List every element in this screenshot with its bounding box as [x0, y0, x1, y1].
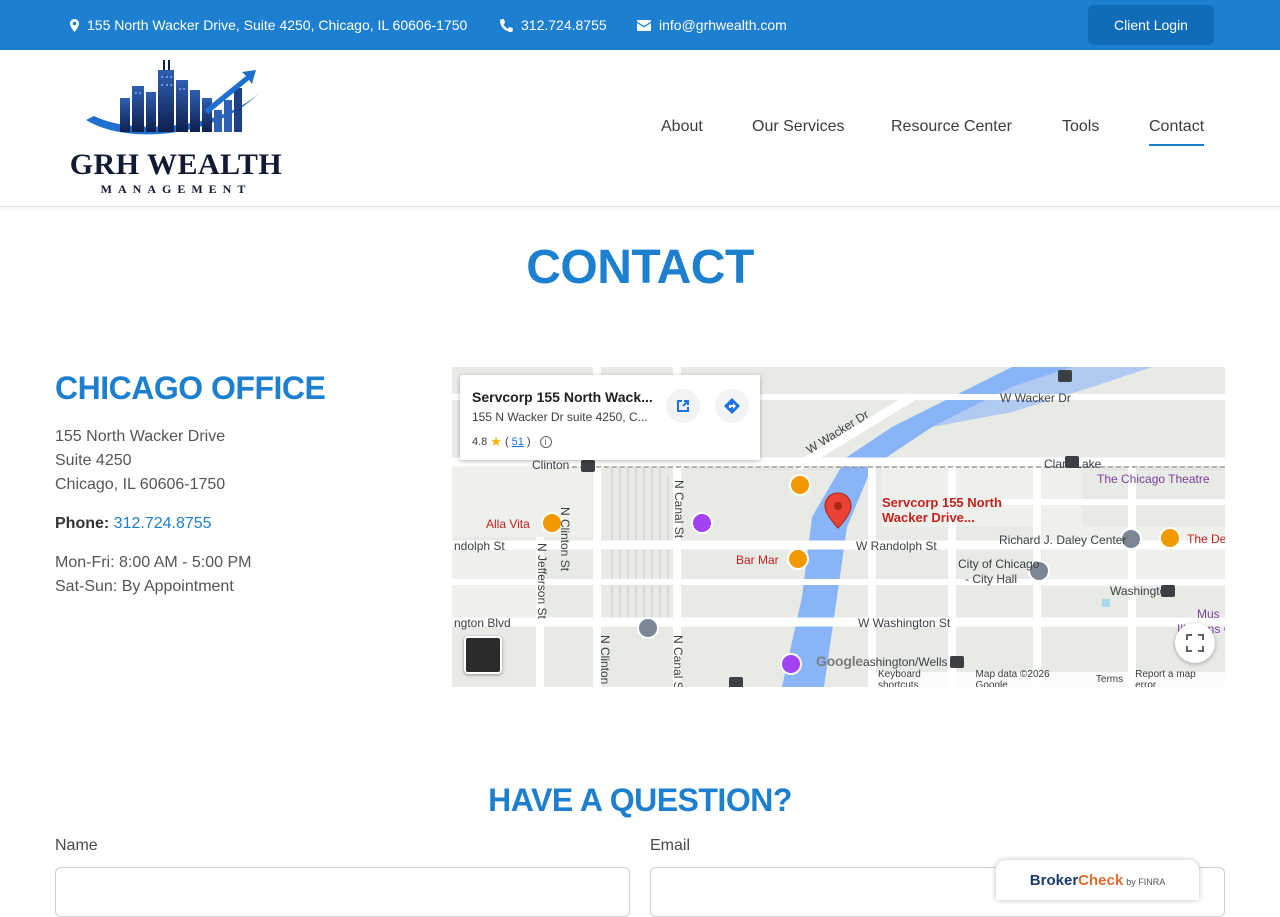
- google-map[interactable]: Servcorp 155 North Wack... 155 N Wacker …: [452, 367, 1225, 687]
- street-n-clinton: N Clinton St: [558, 507, 572, 572]
- envelope-icon: [637, 19, 651, 31]
- keyboard-shortcuts-link[interactable]: Keyboard shortcuts: [878, 669, 964, 688]
- place-address: 155 N Wacker Dr suite 4250, C...: [472, 410, 648, 424]
- nav-about[interactable]: About: [661, 118, 703, 136]
- map-data-attribution: Map data ©2026 Google: [975, 668, 1050, 688]
- email-label: Email: [650, 837, 691, 854]
- street-w-washington: W Washington St: [858, 616, 951, 630]
- office-city: Chicago, IL 60606-1750: [55, 476, 226, 493]
- marker-label[interactable]: Servcorp 155 North Wacker Drive...: [882, 495, 1002, 525]
- client-login-button[interactable]: Client Login: [1088, 5, 1214, 45]
- name-label: Name: [55, 837, 98, 854]
- review-count-link[interactable]: 51: [512, 436, 524, 448]
- page-title: CONTACT: [526, 241, 754, 294]
- nav-our-services[interactable]: Our Services: [752, 118, 844, 136]
- star-icon: ★: [490, 434, 502, 449]
- fullscreen-button[interactable]: [1175, 623, 1215, 663]
- street-washington-wells: ashington/Wells: [863, 655, 948, 669]
- top-contact-bar: 155 North Wacker Drive, Suite 4250, Chic…: [0, 0, 1280, 50]
- map-footer: Keyboard shortcuts Map data ©2026 Google…: [872, 668, 1225, 688]
- street-n-canal: N Canal St: [672, 480, 686, 539]
- street-clark-lake: Clark/Lake: [1044, 457, 1102, 471]
- poi-city-hall-line1[interactable]: City of Chicago: [958, 557, 1039, 571]
- name-input[interactable]: [55, 867, 630, 917]
- brokercheck-badge[interactable]: BrokerCheck by FINRA: [996, 860, 1199, 900]
- marker-label-line2: Wacker Drive...: [882, 510, 975, 525]
- nav-tools[interactable]: Tools: [1062, 118, 1099, 136]
- street-n-canal-bottom: N Canal St: [671, 635, 685, 687]
- rating-value: 4.8: [472, 436, 488, 448]
- top-address[interactable]: 155 North Wacker Drive, Suite 4250, Chic…: [70, 0, 467, 50]
- grh-wealth-logo[interactable]: GRH WEALTH MANAGEMENT: [64, 58, 288, 200]
- poi-chicago-theatre[interactable]: The Chicago Theatre: [1097, 472, 1210, 486]
- poi-bar-mar[interactable]: Bar Mar: [736, 553, 779, 567]
- office-phone: Phone: 312.724.8755: [55, 512, 212, 536]
- nav-resource-center[interactable]: Resource Center: [891, 118, 1012, 136]
- google-logo: Google: [816, 653, 864, 669]
- poi-museum[interactable]: Mus: [1197, 607, 1220, 621]
- brokercheck-logo: BrokerCheck by FINRA: [1029, 871, 1166, 889]
- street-randolph-left: ndolph St: [454, 539, 505, 553]
- skyline-logo-icon: [86, 60, 260, 135]
- top-email-text: info@grhwealth.com: [659, 17, 787, 33]
- place-title[interactable]: Servcorp 155 North Wack...: [472, 389, 653, 405]
- nav-contact[interactable]: Contact: [1149, 118, 1205, 146]
- map-place-card[interactable]: Servcorp 155 North Wack... 155 N Wacker …: [460, 375, 760, 460]
- street-washington-blvd: ngton Blvd: [454, 616, 511, 630]
- question-title: HAVE A QUESTION?: [488, 782, 792, 818]
- top-address-text: 155 North Wacker Drive, Suite 4250, Chic…: [87, 17, 468, 33]
- street-clinton: Clinton: [532, 458, 570, 472]
- logo-subtitle: MANAGEMENT: [100, 182, 252, 196]
- street-view-thumbnail[interactable]: [464, 636, 502, 674]
- phone-label: Phone:: [55, 515, 110, 532]
- poi-daley-center[interactable]: Richard J. Daley Center: [999, 533, 1126, 547]
- hours-weekend: Sat-Sun: By Appointment: [55, 578, 234, 595]
- directions-icon: [724, 398, 740, 414]
- logo-name: GRH WEALTH: [69, 148, 283, 181]
- phone-icon: [500, 18, 513, 32]
- street-w-randolph: W Randolph St: [856, 539, 937, 553]
- site-header: GRH WEALTH MANAGEMENT About Our Services…: [0, 50, 1280, 207]
- street-w-wacker-top: W Wacker Dr: [1000, 391, 1071, 405]
- street-washington: Washington: [1110, 584, 1173, 598]
- office-suite: Suite 4250: [55, 452, 132, 469]
- marker-label-line1: Servcorp 155 North: [882, 495, 1002, 510]
- external-link-icon: [677, 400, 689, 412]
- top-phone[interactable]: 312.724.8755: [500, 0, 607, 50]
- poi-city-hall-line2: - City Hall: [965, 572, 1018, 586]
- poi-the-de[interactable]: The De: [1187, 532, 1225, 546]
- hours-weekday: Mon-Fri: 8:00 AM - 5:00 PM: [55, 554, 252, 571]
- street-n-jefferson: N Jefferson St: [535, 543, 549, 619]
- map-pin-icon: [70, 18, 79, 32]
- office-street: 155 North Wacker Drive: [55, 428, 226, 445]
- street-n-clinton-bottom: N Clinton: [598, 635, 612, 685]
- open-in-maps-button[interactable]: [666, 389, 700, 423]
- top-phone-text: 312.724.8755: [521, 17, 607, 33]
- terms-link[interactable]: Terms: [1096, 674, 1123, 685]
- office-title: CHICAGO OFFICE: [55, 370, 326, 406]
- report-error-link[interactable]: Report a map error: [1135, 669, 1219, 688]
- office-phone-link[interactable]: 312.724.8755: [114, 515, 212, 532]
- top-email[interactable]: info@grhwealth.com: [637, 0, 787, 50]
- poi-alla-vita[interactable]: Alla Vita: [486, 517, 530, 531]
- place-rating: 4.8 ★ (51) i: [472, 434, 552, 450]
- info-icon[interactable]: i: [539, 436, 552, 448]
- fullscreen-icon: [1186, 634, 1204, 652]
- directions-button[interactable]: [715, 389, 749, 423]
